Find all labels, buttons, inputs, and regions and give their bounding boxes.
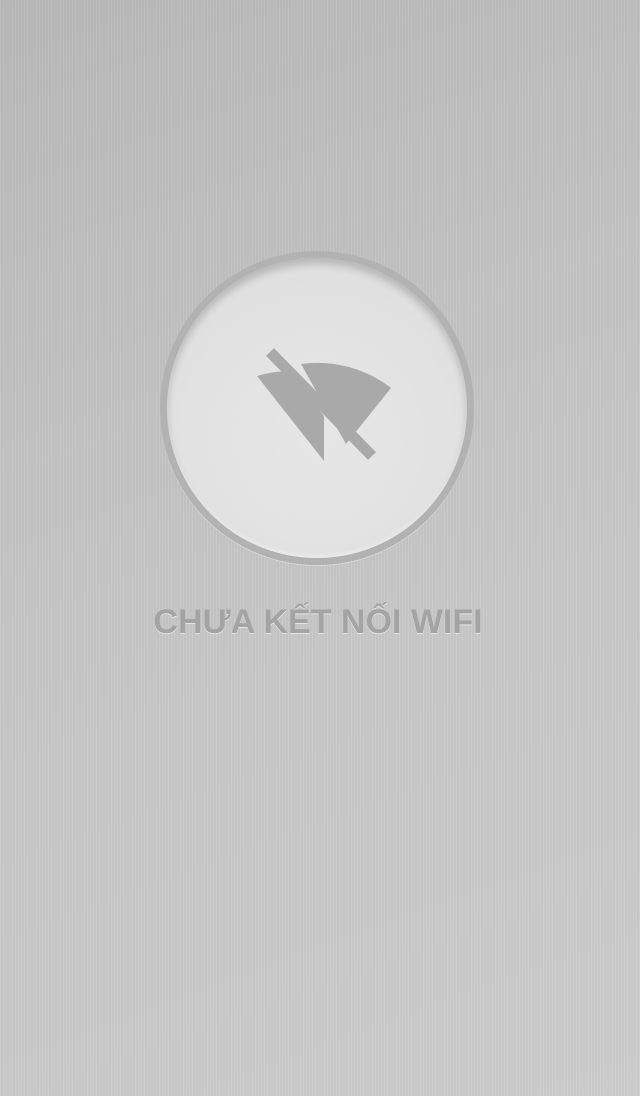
wifi-connect-button[interactable] <box>160 251 474 565</box>
wifi-off-icon <box>257 348 391 461</box>
wifi-status-screen: CHƯA KẾT NỐI WIFI <box>0 0 640 1096</box>
wifi-status-label: CHƯA KẾT NỐI WIFI <box>153 603 483 641</box>
